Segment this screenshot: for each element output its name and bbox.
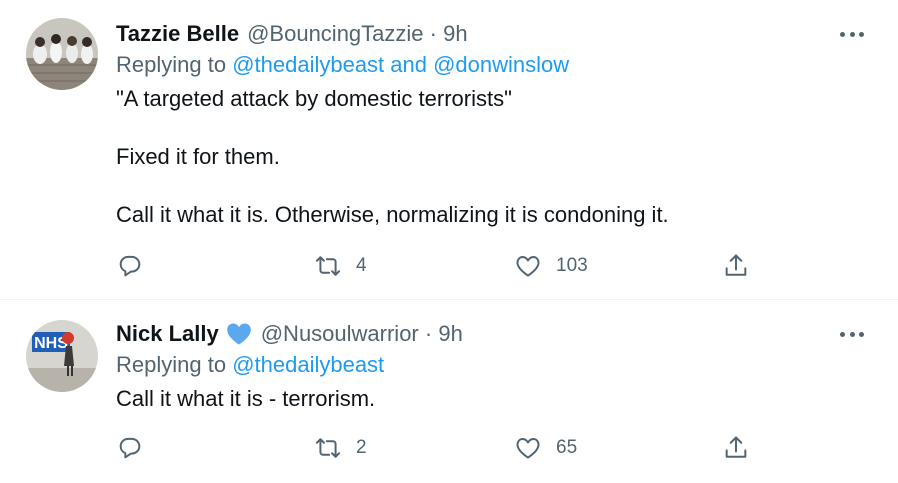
tweet-header: Tazzie Belle @BouncingTazzie · 9h (116, 20, 838, 48)
heart-icon (516, 256, 540, 277)
share-icon (725, 436, 747, 458)
tweet-meta: @BouncingTazzie · 9h (247, 20, 467, 48)
like-button[interactable]: 65 (514, 434, 577, 462)
tweet-paragraph: Call it what it is. Otherwise, normalizi… (116, 202, 669, 227)
avatar-dogs-photo (26, 18, 98, 90)
user-handle[interactable]: @BouncingTazzie (247, 21, 423, 46)
avatar-nhs-mural: NHS (26, 320, 98, 392)
tweet[interactable]: NHS Nick Lally @Nusoulwarrior · 9h Reply… (0, 300, 898, 483)
tweet-actions: 2 65 (116, 434, 756, 464)
tweet-meta: @Nusoulwarrior · 9h (261, 320, 463, 348)
tweet-text: "A targeted attack by domestic terrorist… (116, 84, 838, 229)
tweet-actions: 4 103 (116, 252, 756, 282)
replying-prefix: Replying to (116, 352, 233, 377)
retweet-button[interactable]: 4 (314, 252, 367, 280)
like-count: 103 (556, 255, 588, 276)
display-name[interactable]: Nick Lally (116, 320, 219, 348)
tweet-paragraph: Fixed it for them. (116, 144, 280, 169)
blue-heart-icon (226, 323, 251, 345)
more-options-icon[interactable] (840, 24, 864, 44)
share-button[interactable] (722, 434, 750, 462)
share-button[interactable] (722, 252, 750, 280)
replying-to: Replying to @thedailybeast (116, 350, 838, 380)
reply-button[interactable] (116, 434, 144, 462)
like-button[interactable]: 103 (514, 252, 588, 280)
retweet-count: 2 (356, 437, 367, 458)
replying-to: Replying to @thedailybeast and @donwinsl… (116, 50, 838, 80)
retweet-count: 4 (356, 255, 367, 276)
tweet-content: Tazzie Belle @BouncingTazzie · 9h Replyi… (116, 20, 838, 229)
share-icon (725, 254, 747, 276)
tweet-paragraph: Call it what it is - terrorism. (116, 386, 376, 411)
like-count: 65 (556, 437, 578, 458)
tweet-content: Nick Lally @Nusoulwarrior · 9h Replying … (116, 320, 838, 413)
retweet-icon (315, 438, 341, 458)
replying-to-link[interactable]: @thedailybeast (232, 352, 384, 377)
timestamp[interactable]: 9h (438, 321, 462, 346)
heart-icon (516, 438, 540, 459)
tweet-paragraph: "A targeted attack by domestic terrorist… (116, 86, 512, 111)
avatar[interactable] (26, 18, 98, 90)
retweet-icon (315, 256, 341, 276)
reply-icon (119, 437, 141, 459)
separator: · (423, 21, 444, 46)
display-name[interactable]: Tazzie Belle (116, 20, 239, 48)
avatar[interactable]: NHS (26, 320, 98, 392)
tweet-text: Call it what it is - terrorism. (116, 384, 838, 413)
replying-to-link[interactable]: @thedailybeast and @donwinslow (232, 52, 569, 77)
more-options-icon[interactable] (840, 324, 864, 344)
user-handle[interactable]: @Nusoulwarrior (261, 321, 419, 346)
timestamp[interactable]: 9h (443, 21, 467, 46)
retweet-button[interactable]: 2 (314, 434, 367, 462)
replying-prefix: Replying to (116, 52, 233, 77)
reply-button[interactable] (116, 252, 144, 280)
tweet[interactable]: Tazzie Belle @BouncingTazzie · 9h Replyi… (0, 0, 898, 300)
reply-icon (119, 255, 141, 277)
tweet-header: Nick Lally @Nusoulwarrior · 9h (116, 320, 838, 348)
separator: · (418, 321, 439, 346)
